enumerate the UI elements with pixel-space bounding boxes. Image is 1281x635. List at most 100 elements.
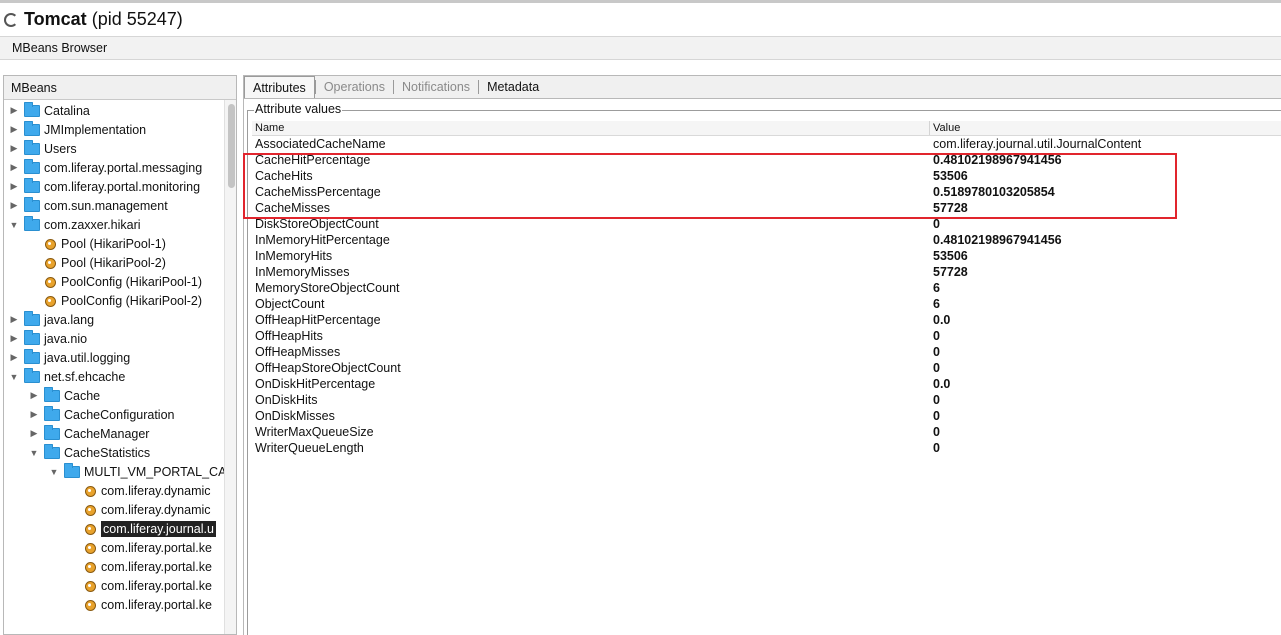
tree-folder-node[interactable]: ▶ com.liferay.portal.monitoring: [8, 177, 200, 196]
tree-folder-node[interactable]: ▶ java.lang: [8, 310, 94, 329]
tree-mbean-node[interactable]: com.liferay.portal.ke: [68, 557, 212, 576]
tree-mbean-node[interactable]: PoolConfig (HikariPool-2): [28, 291, 202, 310]
attribute-value[interactable]: 0: [930, 361, 940, 375]
tree-mbean-node[interactable]: Pool (HikariPool-1): [28, 234, 166, 253]
table-row[interactable]: OnDiskMisses 0: [252, 408, 1281, 424]
table-row[interactable]: CacheHits 53506: [252, 168, 1281, 184]
table-row[interactable]: CacheHitPercentage 0.48102198967941456: [252, 152, 1281, 168]
attribute-value[interactable]: 6: [930, 297, 940, 311]
attribute-value[interactable]: 53506: [930, 249, 968, 263]
chevron-down-icon[interactable]: ▼: [8, 371, 20, 383]
tree-folder-node[interactable]: ▼ com.zaxxer.hikari: [8, 215, 141, 234]
attribute-value[interactable]: 57728: [930, 265, 968, 279]
chevron-down-icon[interactable]: ▼: [48, 466, 60, 478]
tree-folder-node[interactable]: ▼ CacheStatistics: [28, 443, 150, 462]
chevron-right-icon[interactable]: ▶: [8, 143, 20, 155]
attribute-value[interactable]: 0: [930, 425, 940, 439]
chevron-right-icon[interactable]: ▶: [8, 124, 20, 136]
chevron-down-icon[interactable]: ▼: [8, 219, 20, 231]
tab-notifications[interactable]: Notifications: [394, 76, 478, 98]
table-row[interactable]: WriterMaxQueueSize 0: [252, 424, 1281, 440]
tree-mbean-node[interactable]: com.liferay.dynamic: [68, 481, 211, 500]
mbeans-tree-panel: MBeans ▶ Catalina ▶ JMImplementation ▶ Users ▶…: [3, 75, 237, 635]
attribute-value[interactable]: 0.0: [930, 313, 950, 327]
column-header-value[interactable]: Value: [930, 121, 960, 135]
attribute-value[interactable]: 0.5189780103205854: [930, 185, 1055, 199]
table-row[interactable]: OffHeapMisses 0: [252, 344, 1281, 360]
tree-folder-node[interactable]: ▶ com.liferay.portal.messaging: [8, 158, 202, 177]
attribute-value[interactable]: com.liferay.journal.util.JournalContent: [930, 137, 1141, 151]
tree-folder-node[interactable]: ▶ java.nio: [8, 329, 87, 348]
tree-mbean-node[interactable]: PoolConfig (HikariPool-1): [28, 272, 202, 291]
tab-attributes[interactable]: Attributes: [244, 76, 315, 98]
scrollbar-thumb[interactable]: [228, 104, 235, 188]
tree-node-label: Cache: [64, 388, 101, 403]
table-row[interactable]: ObjectCount 6: [252, 296, 1281, 312]
tab-operations[interactable]: Operations: [316, 76, 393, 98]
table-row[interactable]: DiskStoreObjectCount 0: [252, 216, 1281, 232]
attribute-value[interactable]: 0.48102198967941456: [930, 233, 1062, 247]
tab-metadata[interactable]: Metadata: [479, 76, 547, 98]
tree-folder-node[interactable]: ▶ Users: [8, 139, 77, 158]
tree-vertical-scrollbar[interactable]: [224, 100, 236, 634]
attribute-value[interactable]: 53506: [930, 169, 968, 183]
tree-mbean-node[interactable]: com.liferay.journal.u: [68, 519, 216, 538]
table-row[interactable]: InMemoryHits 53506: [252, 248, 1281, 264]
tree-node-label: Pool (HikariPool-2): [61, 255, 166, 270]
column-header-name[interactable]: Name: [252, 121, 930, 135]
attribute-value[interactable]: 0: [930, 393, 940, 407]
chevron-right-icon[interactable]: ▶: [28, 390, 40, 402]
mbeans-tree[interactable]: ▶ Catalina ▶ JMImplementation ▶ Users ▶ com.lif…: [4, 100, 224, 634]
chevron-right-icon[interactable]: ▶: [8, 200, 20, 212]
tree-mbean-node[interactable]: com.liferay.portal.ke: [68, 538, 212, 557]
tree-mbean-node[interactable]: com.liferay.portal.ke: [68, 595, 212, 614]
table-row[interactable]: WriterQueueLength 0: [252, 440, 1281, 456]
tree-folder-node[interactable]: ▶ CacheConfiguration: [28, 405, 175, 424]
attribute-value[interactable]: 0: [930, 345, 940, 359]
tree-folder-node[interactable]: ▼ MULTI_VM_PORTAL_CAC: [48, 462, 224, 481]
tree-node-label: Catalina: [44, 103, 90, 118]
tree-mbean-node[interactable]: Pool (HikariPool-2): [28, 253, 166, 272]
tree-mbean-node[interactable]: com.liferay.dynamic: [68, 500, 211, 519]
tree-folder-node[interactable]: ▼ net.sf.ehcache: [8, 367, 125, 386]
attribute-value[interactable]: 0.0: [930, 377, 950, 391]
folder-icon: [24, 177, 40, 193]
table-row[interactable]: MemoryStoreObjectCount 6: [252, 280, 1281, 296]
tree-folder-node[interactable]: ▶ JMImplementation: [8, 120, 146, 139]
table-row[interactable]: OnDiskHitPercentage 0.0: [252, 376, 1281, 392]
table-row[interactable]: OffHeapStoreObjectCount 0: [252, 360, 1281, 376]
folder-icon: [24, 310, 40, 326]
table-row[interactable]: OffHeapHits 0: [252, 328, 1281, 344]
attribute-value[interactable]: 0: [930, 409, 940, 423]
table-row[interactable]: InMemoryMisses 57728: [252, 264, 1281, 280]
attribute-value[interactable]: 0: [930, 217, 940, 231]
chevron-right-icon[interactable]: ▶: [8, 162, 20, 174]
chevron-right-icon[interactable]: ▶: [28, 409, 40, 421]
chevron-right-icon[interactable]: ▶: [8, 181, 20, 193]
chevron-right-icon[interactable]: ▶: [8, 333, 20, 345]
table-row[interactable]: OffHeapHitPercentage 0.0: [252, 312, 1281, 328]
tree-node-label: java.util.logging: [44, 350, 131, 365]
table-row[interactable]: AssociatedCacheName com.liferay.journal.u…: [252, 136, 1281, 152]
chevron-down-icon[interactable]: ▼: [28, 447, 40, 459]
attribute-value[interactable]: 0.48102198967941456: [930, 153, 1062, 167]
tree-folder-node[interactable]: ▶ CacheManager: [28, 424, 149, 443]
table-row[interactable]: OnDiskHits 0: [252, 392, 1281, 408]
table-row[interactable]: CacheMisses 57728: [252, 200, 1281, 216]
tree-folder-node[interactable]: ▶ com.sun.management: [8, 196, 168, 215]
tree-mbean-node[interactable]: com.liferay.portal.ke: [68, 576, 212, 595]
chevron-right-icon[interactable]: ▶: [8, 105, 20, 117]
attribute-value[interactable]: 0: [930, 329, 940, 343]
attribute-value[interactable]: 57728: [930, 201, 968, 215]
chevron-right-icon[interactable]: ▶: [8, 314, 20, 326]
table-row[interactable]: InMemoryHitPercentage 0.48102198967941456: [252, 232, 1281, 248]
tree-folder-node[interactable]: ▶ java.util.logging: [8, 348, 130, 367]
tree-folder-node[interactable]: ▶ Cache: [28, 386, 100, 405]
tree-folder-node[interactable]: ▶ Catalina: [8, 101, 90, 120]
chevron-right-icon[interactable]: ▶: [28, 428, 40, 440]
attribute-value[interactable]: 0: [930, 441, 940, 455]
attribute-value[interactable]: 6: [930, 281, 940, 295]
table-row[interactable]: CacheMissPercentage 0.5189780103205854: [252, 184, 1281, 200]
chevron-right-icon[interactable]: ▶: [8, 352, 20, 364]
subtab-mbeans-browser[interactable]: MBeans Browser: [0, 36, 1281, 60]
